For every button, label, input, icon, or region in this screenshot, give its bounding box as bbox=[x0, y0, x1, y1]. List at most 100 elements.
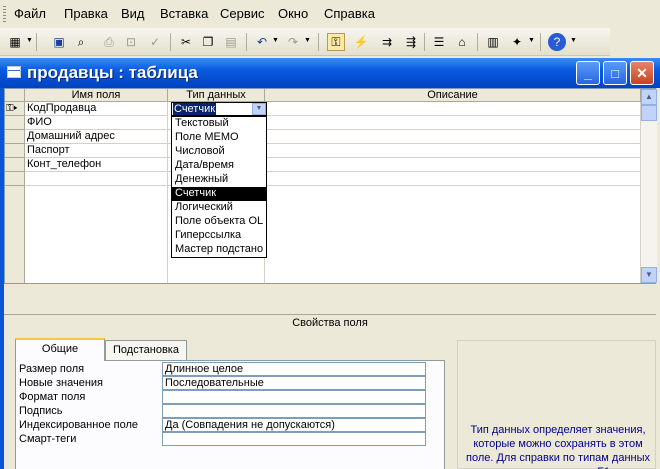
close-button[interactable]: ✕ bbox=[630, 61, 654, 85]
row-selector[interactable] bbox=[5, 116, 25, 130]
window-title-bar[interactable]: продавцы : таблица _ □ ✕ bbox=[0, 58, 660, 88]
save-icon[interactable]: ▣ bbox=[50, 33, 68, 51]
data-type-option[interactable]: Дата/время bbox=[172, 159, 266, 173]
description-cell[interactable] bbox=[265, 172, 641, 186]
undo-dropdown-icon[interactable]: ▼ bbox=[272, 37, 279, 44]
primary-key-icon[interactable]: ⚿ bbox=[327, 33, 345, 51]
property-value-new-values[interactable]: Последовательные bbox=[162, 376, 426, 390]
toolbar-separator bbox=[424, 33, 425, 51]
menu-bar: Файл Правка Вид Вставка Сервис Окно Спра… bbox=[0, 0, 660, 28]
field-name-column-empty bbox=[25, 186, 168, 283]
description-cell[interactable] bbox=[265, 116, 641, 130]
menu-file[interactable]: Файл bbox=[14, 6, 46, 21]
field-name-cell[interactable]: ФИО bbox=[25, 116, 168, 130]
field-grid: Имя поля Тип данных Описание ⚿▸ КодПрода… bbox=[4, 88, 657, 284]
redo-dropdown-icon[interactable]: ▼ bbox=[304, 37, 311, 44]
data-type-option[interactable]: Текстовый bbox=[172, 117, 266, 131]
description-cell[interactable] bbox=[265, 158, 641, 172]
window-title: продавцы : таблица bbox=[27, 63, 198, 82]
cut-icon[interactable]: ✂ bbox=[177, 33, 195, 51]
data-type-option[interactable]: Поле MEMO bbox=[172, 131, 266, 145]
field-name-cell[interactable]: Паспорт bbox=[25, 144, 168, 158]
header-data-type: Тип данных bbox=[168, 89, 265, 102]
minimize-button[interactable]: _ bbox=[576, 61, 600, 85]
toolbar-separator bbox=[36, 33, 37, 51]
tab-general[interactable]: Общие bbox=[15, 338, 105, 361]
menu-view[interactable]: Вид bbox=[121, 6, 145, 21]
field-name-cell[interactable]: Домашний адрес bbox=[25, 130, 168, 144]
row-selector-current[interactable]: ⚿▸ bbox=[5, 102, 25, 116]
insert-rows-icon[interactable]: ⇉ bbox=[378, 33, 396, 51]
property-value-smart-tags[interactable] bbox=[162, 432, 426, 446]
header-field-name: Имя поля bbox=[25, 89, 168, 102]
toolbar-separator bbox=[170, 33, 171, 51]
description-cell[interactable] bbox=[265, 130, 641, 144]
toolbar-separator bbox=[246, 33, 247, 51]
row-selector[interactable] bbox=[5, 130, 25, 144]
property-value-field-size[interactable]: Длинное целое bbox=[162, 362, 426, 376]
view-dropdown-icon[interactable]: ▼ bbox=[26, 37, 33, 44]
scroll-down-icon[interactable]: ▼ bbox=[641, 267, 657, 283]
menu-help[interactable]: Справка bbox=[324, 6, 375, 21]
data-type-option[interactable]: Поле объекта OL bbox=[172, 215, 266, 229]
field-name-cell[interactable]: КодПродавца bbox=[25, 102, 168, 116]
copy-icon[interactable]: ❐ bbox=[199, 33, 217, 51]
new-object-dropdown-icon[interactable]: ▼ bbox=[528, 37, 535, 44]
file-search-icon[interactable]: ⌕ bbox=[72, 33, 90, 51]
row-selector[interactable] bbox=[5, 172, 25, 186]
data-type-option[interactable]: Числовой bbox=[172, 145, 266, 159]
data-type-current-value[interactable]: Счетчик bbox=[173, 103, 217, 115]
table-icon bbox=[7, 66, 21, 78]
property-value-caption[interactable] bbox=[162, 404, 426, 418]
property-label: Новые значения bbox=[19, 377, 104, 389]
redo-icon[interactable]: ↷ bbox=[284, 33, 302, 51]
data-type-option[interactable]: Мастер подстано bbox=[172, 243, 266, 257]
data-type-option[interactable]: Логический bbox=[172, 201, 266, 215]
builder-icon[interactable]: ⚡ bbox=[352, 33, 370, 51]
toolbar-separator bbox=[540, 33, 541, 51]
chevron-down-icon[interactable]: ▼ bbox=[252, 103, 266, 115]
row-selector[interactable] bbox=[5, 144, 25, 158]
spelling-icon[interactable]: ✓ bbox=[146, 33, 164, 51]
build-icon[interactable]: ⌂ bbox=[453, 33, 471, 51]
general-tab-panel: Размер поля Длинное целое Новые значения… bbox=[15, 360, 445, 469]
data-type-option-highlighted[interactable]: Счетчик bbox=[172, 187, 266, 201]
paste-icon[interactable]: ▤ bbox=[222, 33, 240, 51]
primary-key-row-icon: ⚿▸ bbox=[6, 103, 18, 114]
print-preview-icon[interactable]: ⊡ bbox=[122, 33, 140, 51]
properties-icon[interactable]: ☰ bbox=[430, 33, 448, 51]
property-label: Подпись bbox=[19, 405, 63, 417]
data-type-option[interactable]: Гиперссылка bbox=[172, 229, 266, 243]
help-text: Тип данных определяет значения, которые … bbox=[466, 424, 651, 469]
description-cell[interactable] bbox=[265, 144, 641, 158]
database-window-icon[interactable]: ▥ bbox=[484, 33, 502, 51]
new-object-icon[interactable]: ✦ bbox=[508, 33, 526, 51]
row-selector[interactable] bbox=[5, 158, 25, 172]
tab-lookup[interactable]: Подстановка bbox=[105, 340, 187, 360]
property-label: Смарт-теги bbox=[19, 433, 77, 445]
menu-grip[interactable] bbox=[3, 6, 6, 22]
delete-rows-icon[interactable]: ⇶ bbox=[402, 33, 420, 51]
print-icon[interactable]: ⎙ bbox=[100, 33, 118, 51]
property-value-format[interactable] bbox=[162, 390, 426, 404]
menu-window[interactable]: Окно bbox=[278, 6, 308, 21]
data-type-combo[interactable]: Счетчик ▼ bbox=[171, 102, 267, 116]
view-icon[interactable]: ▦ bbox=[6, 33, 24, 51]
field-properties-title: Свойства поля bbox=[4, 314, 656, 330]
scroll-up-icon[interactable]: ▲ bbox=[641, 89, 657, 105]
grid-vertical-scrollbar[interactable]: ▲ ▼ bbox=[641, 89, 657, 283]
field-name-cell[interactable]: Конт_телефон bbox=[25, 158, 168, 172]
data-type-option[interactable]: Денежный bbox=[172, 173, 266, 187]
toolbar-options-icon[interactable]: ▼ bbox=[570, 37, 577, 44]
undo-icon[interactable]: ↶ bbox=[253, 33, 271, 51]
menu-edit[interactable]: Правка bbox=[64, 6, 108, 21]
help-icon[interactable]: ? bbox=[548, 33, 566, 51]
menu-insert[interactable]: Вставка bbox=[160, 6, 208, 21]
field-name-cell[interactable] bbox=[25, 172, 168, 186]
scroll-thumb[interactable] bbox=[641, 105, 657, 121]
property-value-indexed[interactable]: Да (Совпадения не допускаются) bbox=[162, 418, 426, 432]
description-cell[interactable] bbox=[265, 102, 641, 116]
maximize-button[interactable]: □ bbox=[603, 61, 627, 85]
menu-tools[interactable]: Сервис bbox=[220, 6, 265, 21]
data-type-dropdown-list: Текстовый Поле MEMO Числовой Дата/время … bbox=[171, 116, 267, 258]
